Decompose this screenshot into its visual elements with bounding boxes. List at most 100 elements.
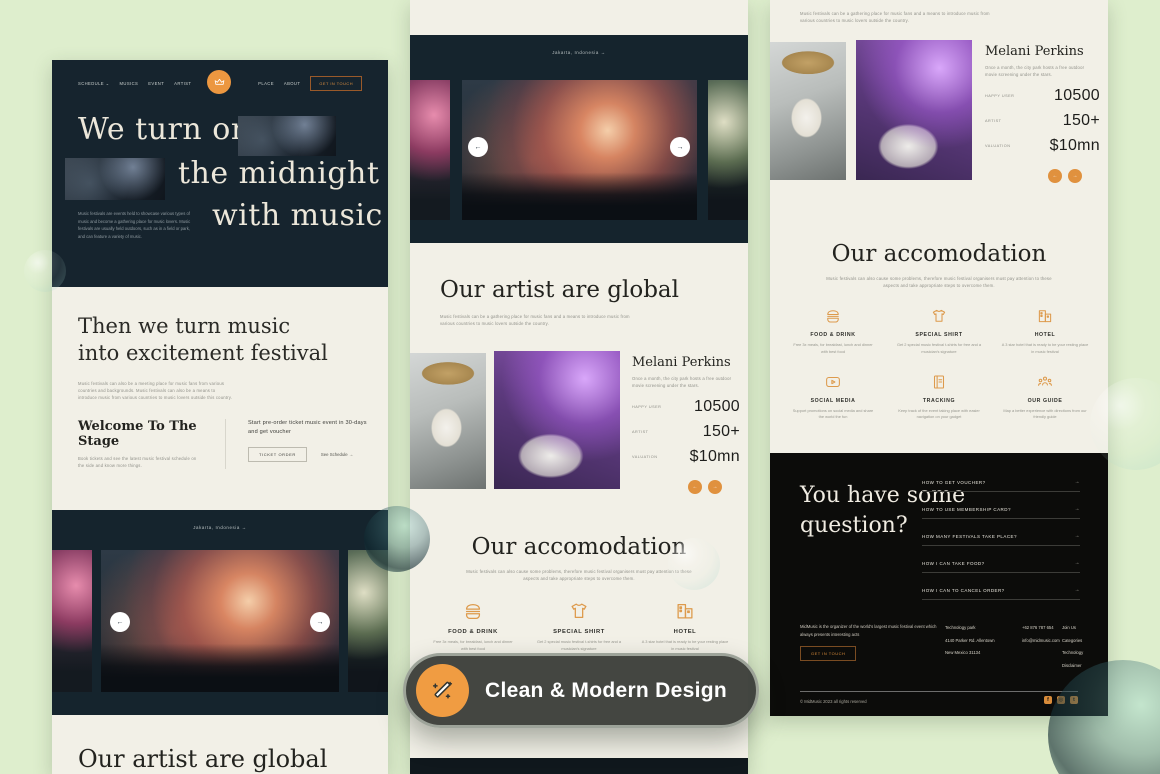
carousel-prev-button[interactable]: ← xyxy=(110,612,130,632)
artist-stats: HAPPY USER10500 ARTIST150+ VALUATION$10m… xyxy=(985,87,1100,162)
ticket-order-button[interactable]: TICKET ORDER xyxy=(248,447,307,462)
arrow-right-icon: → xyxy=(242,525,247,530)
feature-text: Keep track of the event taking place wit… xyxy=(896,408,983,421)
footer-address-line: New Mexico 31134 xyxy=(945,650,995,657)
faq-heading-line2: question? xyxy=(800,513,908,538)
feature-title: SOCIAL MEDIA xyxy=(811,398,856,404)
facebook-icon[interactable]: f xyxy=(1044,696,1052,704)
excitement-section: Then we turn musicinto excitement festiv… xyxy=(52,287,388,510)
stat-value: 10500 xyxy=(694,398,740,416)
feature-tracking: TRACKING Keep track of the event taking … xyxy=(886,371,992,421)
instagram-icon[interactable]: ◎ xyxy=(1057,696,1065,704)
hero-section: SCHEDULE ⌄ MUSICS EVENT ARTIST PLACE ABO… xyxy=(52,60,388,287)
artist-next-button[interactable]: → xyxy=(708,480,722,494)
faq-item-food[interactable]: HOW I CAN TAKE FOOD?→ xyxy=(922,560,1080,573)
footer-link-join-us[interactable]: Join Us xyxy=(1062,625,1083,632)
feature-grid: FOOD & DRINK Free 3x meals, for breakfas… xyxy=(770,305,1108,420)
faq-question: HOW TO USE MEMBERSHIP CARD? xyxy=(922,507,1011,512)
artist-heading: Our artist are global xyxy=(78,745,388,773)
stat-value: 150+ xyxy=(703,423,740,441)
faq-item-festivals[interactable]: HOW MANY FESTIVALS TAKE PLACE?→ xyxy=(922,533,1080,546)
feature-title: HOTEL xyxy=(1035,332,1056,338)
nav-item-place[interactable]: PLACE xyxy=(258,81,274,86)
footer-copyright: © MidMusic 2023 all rights reserved xyxy=(800,699,867,704)
carousel-prev-button[interactable]: ← xyxy=(468,137,488,157)
artist-section: Music festivals can be a gathering place… xyxy=(770,0,1108,225)
footer-email[interactable]: info@midmusic.com xyxy=(1022,638,1060,645)
logo[interactable] xyxy=(207,70,231,94)
design-showcase-canvas: SCHEDULE ⌄ MUSICS EVENT ARTIST PLACE ABO… xyxy=(0,0,1160,774)
faq-item-voucher[interactable]: HOW TO GET VOUCHER? → xyxy=(922,479,1080,492)
preorder-box: Start pre-order ticket music event in 30… xyxy=(225,419,373,469)
artist-next-button[interactable]: → xyxy=(1068,169,1082,183)
accommodation-heading: Our accomodation xyxy=(410,534,748,560)
guide-icon xyxy=(1036,371,1054,391)
stat-value: 10500 xyxy=(1054,87,1100,105)
badge-circle xyxy=(416,664,469,717)
carousel-next-button[interactable]: → xyxy=(670,137,690,157)
stat-label: ARTIST xyxy=(985,119,1001,123)
feature-text: A 3 star hotel that is ready to be your … xyxy=(1002,342,1089,355)
nav-item-about[interactable]: ABOUT xyxy=(284,81,300,86)
faq-question: HOW TO GET VOUCHER? xyxy=(922,480,986,485)
excitement-heading: Then we turn musicinto excitement festiv… xyxy=(78,313,362,368)
left-mockup: SCHEDULE ⌄ MUSICS EVENT ARTIST PLACE ABO… xyxy=(52,60,388,774)
dark-strip xyxy=(410,758,748,774)
artist-name: Melani Perkins xyxy=(985,44,1100,59)
carousel-next-button[interactable]: → xyxy=(310,612,330,632)
burger-icon xyxy=(824,305,842,325)
hero-paragraph: Music festivals are events held to showc… xyxy=(78,210,198,240)
arrow-right-icon: → xyxy=(713,484,718,490)
get-in-touch-button[interactable]: GET IN TOUCH xyxy=(310,76,362,91)
footer-about: MidMusic is the organizer of the world's… xyxy=(800,623,950,638)
nav-item-event[interactable]: EVENT xyxy=(148,81,164,86)
magic-wand-icon xyxy=(429,677,456,704)
artist-photo-singer xyxy=(770,42,846,180)
feature-text: Free 3x meals, for breakfast, lunch and … xyxy=(790,342,877,355)
arrow-right-icon: → xyxy=(317,619,324,626)
faq-footer-section: You have somequestion? HOW TO GET VOUCHE… xyxy=(770,453,1108,716)
artist-photo-singer xyxy=(410,353,486,489)
footer-address: Technology park 4140 Parker Rd. Allentow… xyxy=(945,625,995,663)
footer-phone[interactable]: +62 876 787 654 xyxy=(1022,625,1060,632)
arrow-right-icon: → xyxy=(1075,533,1080,539)
see-schedule-link[interactable]: See Schedule → xyxy=(321,452,353,457)
footer-link-technology[interactable]: Technology xyxy=(1062,650,1083,657)
feature-title: SPECIAL SHIRT xyxy=(553,629,605,635)
hotel-icon xyxy=(1036,305,1054,325)
carousel-main-image xyxy=(101,550,339,692)
footer-get-in-touch-button[interactable]: GET IN TOUCH xyxy=(800,646,856,661)
faq-item-cancel[interactable]: HOW I CAN TO CANCEL ORDER?→ xyxy=(922,587,1080,600)
artist-prev-button[interactable]: ← xyxy=(1048,169,1062,183)
carousel-location[interactable]: Jakarta, Indonesia → xyxy=(410,50,748,55)
arrow-right-icon: → xyxy=(1073,173,1078,179)
arrow-right-icon: → xyxy=(677,144,684,151)
carousel-location[interactable]: Jakarta, Indonesia → xyxy=(52,525,388,530)
nav-item-artist[interactable]: ARTIST xyxy=(174,81,191,86)
twitter-icon[interactable]: t xyxy=(1070,696,1078,704)
right-mockup: Music festivals can be a gathering place… xyxy=(770,0,1108,716)
footer-link-disclaimer[interactable]: Disclaimer xyxy=(1062,663,1083,670)
artist-prev-button[interactable]: ← xyxy=(688,480,702,494)
carousel-location-label: Jakarta, Indonesia xyxy=(552,50,599,55)
footer-link-categories[interactable]: Categories xyxy=(1062,638,1083,645)
nav-item-musics[interactable]: MUSICS xyxy=(120,81,139,86)
stat-artist: ARTIST150+ xyxy=(632,423,740,441)
footer-links: Join Us Categories Technology Disclaimer xyxy=(1062,625,1083,676)
feature-title: FOOD & DRINK xyxy=(810,332,855,338)
stat-label: VALUATION xyxy=(632,455,657,459)
artist-paragraph: Music festivals can be a gathering place… xyxy=(800,10,1000,24)
arrow-right-icon: → xyxy=(1075,479,1080,485)
feature-hotel: HOTEL A 3 star hotel that is ready to be… xyxy=(992,305,1098,355)
arrow-left-icon: ← xyxy=(693,484,698,490)
chevron-down-icon: ⌄ xyxy=(106,81,110,86)
feature-social-media: SOCIAL MEDIA Support promotions on socia… xyxy=(780,371,886,421)
feature-our-guide: OUR GUIDE Map a better experience with d… xyxy=(992,371,1098,421)
feature-title: SPECIAL SHIRT xyxy=(915,332,962,338)
faq-question: HOW I CAN TAKE FOOD? xyxy=(922,561,985,566)
stat-value: $10mn xyxy=(690,448,740,466)
faq-item-membership[interactable]: HOW TO USE MEMBERSHIP CARD?→ xyxy=(922,506,1080,519)
accommodation-paragraph: Music festivals can also cause some prob… xyxy=(459,568,699,582)
faq-list: HOW TO GET VOUCHER? → HOW TO USE MEMBERSH… xyxy=(922,479,1080,614)
nav-item-schedule[interactable]: SCHEDULE ⌄ xyxy=(78,81,110,86)
